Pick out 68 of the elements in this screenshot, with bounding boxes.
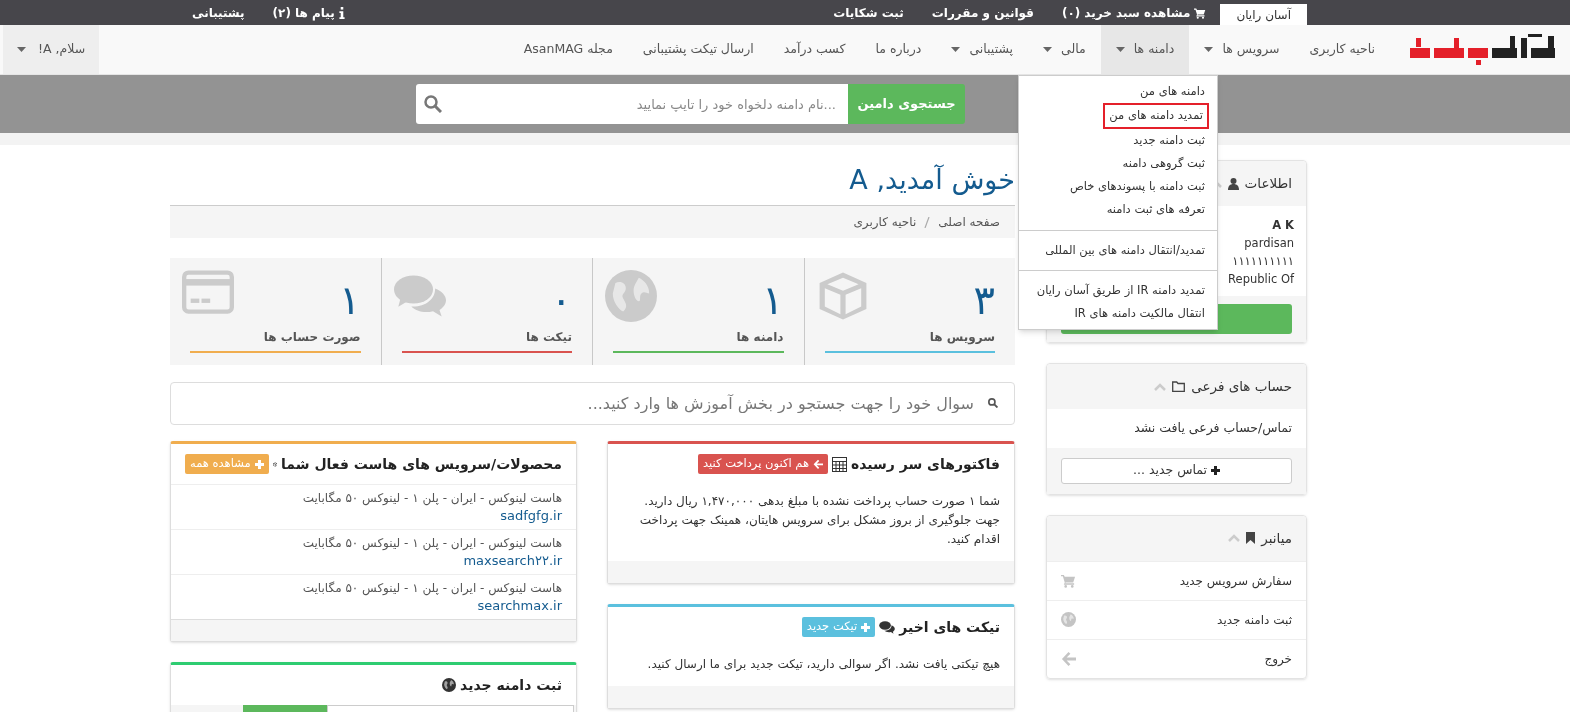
dropdown-item[interactable]: انتقال مالکیت دامنه های IR xyxy=(1019,302,1217,326)
dropdown-item[interactable]: تعرفه های ثبت دامنه xyxy=(1019,198,1217,222)
dropdown-item[interactable]: ثبت گروهی دامنه xyxy=(1019,151,1217,175)
product-domain: maxsearch۲۲.ir xyxy=(462,552,562,570)
panel-title: فاکتورهای سر رسیده xyxy=(850,454,1000,475)
stat-tile[interactable]: ۱ صورت حساب ها xyxy=(170,258,382,365)
knowledgebase-search-field[interactable]: سوال خود را جهت جستجو در بخش آموزش ها وارد کنید... xyxy=(170,382,1015,425)
nav-item[interactable]: دامنه ها xyxy=(1100,25,1190,74)
product-domain: searchmax.ir xyxy=(476,597,562,615)
stat-label: تیکت ها xyxy=(525,329,572,346)
top-tab[interactable]: آسان رایان xyxy=(1220,4,1307,25)
panel-message: شما ۱ صورت حساب پرداخت نشده با مبلغ بدهی ۱,۴۷۰,۰۰۰ ریال دارید. جهت جلوگیری از بروز مشکل برای سرویس هایتان، همینک جهت پرداخت اقدام کنید. xyxy=(638,493,1001,548)
stat-label: سرویس ها xyxy=(929,329,995,346)
domain-search-field[interactable]: ...نام دامنه دلخواه خود را تایپ نمایید xyxy=(416,84,848,124)
dropdown-item[interactable]: تمدید دامنه های من xyxy=(1103,103,1209,129)
top-link[interactable]: قوانین و مقررات xyxy=(917,0,1048,25)
dropdown-item[interactable]: دامنه های من xyxy=(1019,80,1217,104)
page-title: خوش آمدید, A xyxy=(848,163,1015,197)
dropdown-item[interactable]: تمدید دامنه IR از طریق آسان رایان xyxy=(1019,278,1217,302)
stat-tile[interactable]: ۱ دامنه ها xyxy=(593,258,805,365)
nav-item[interactable]: کسب درآمد xyxy=(768,25,861,74)
client-info-line: ۱۱۱۱۱۱۱۱۱۱ xyxy=(1232,253,1294,270)
stat-number: ۱ xyxy=(339,280,361,320)
panel-title: میانبر xyxy=(1261,529,1292,549)
nav-item[interactable]: مالی xyxy=(1028,25,1101,74)
stat-label: صورت حساب ها xyxy=(263,329,361,346)
panel-title: ثبت دامنه جدید xyxy=(460,675,562,695)
nav-item[interactable]: مجله AsanMAG xyxy=(508,25,628,74)
breadcrumb-link[interactable]: ناحیه کاربری xyxy=(853,213,917,231)
nav-item[interactable]: ارسال تیکت پشتیبانی xyxy=(627,25,769,74)
dropdown-item[interactable]: ثبت دامنه جدید xyxy=(1019,128,1217,152)
client-info-line: A K xyxy=(1272,217,1294,234)
panel-action-button[interactable]: هم اکنون پرداخت کنید xyxy=(698,454,828,474)
stat-number: ۰ xyxy=(550,280,572,320)
panel-title: تیکت های اخیر xyxy=(899,617,1000,638)
stat-number: ۳ xyxy=(973,280,995,320)
shortcut-link[interactable]: سفارش سرویس جدید xyxy=(1047,560,1306,600)
client-info-line: Republic Of xyxy=(1228,271,1294,288)
client-info-line: pardisan xyxy=(1244,235,1294,252)
panel-title: حساب های فرعی xyxy=(1191,377,1292,397)
breadcrumb-link[interactable]: صفحه اصلی xyxy=(938,213,1000,231)
product-name: هاست لینوکس - ایران - پلن ۱ - لینوکس ۵۰ مگابایت xyxy=(301,490,562,507)
product-row[interactable]: هاست لینوکس - ایران - پلن ۱ - لینوکس ۵۰ مگابایت maxsearch۲۲.ir xyxy=(171,529,576,574)
nav-item[interactable]: ناحیه کاربری xyxy=(1294,25,1390,74)
shortcut-link[interactable]: خروج xyxy=(1047,638,1306,678)
stat-number: ۱ xyxy=(762,280,784,320)
dropdown-item[interactable]: تمدید/انتقال دامنه های بین المللی xyxy=(1019,238,1217,262)
panel-title: اطلاعات xyxy=(1244,174,1292,194)
nav-item[interactable]: پشتیبانی xyxy=(936,25,1029,74)
product-domain: sadfgfg.ir xyxy=(499,507,562,525)
nav-item[interactable]: درباره ما xyxy=(860,25,937,74)
new-contact-button[interactable]: تماس جدید ... xyxy=(1061,457,1292,484)
account-menu[interactable]: سلام, A! xyxy=(3,25,100,74)
stat-tile[interactable]: ۰ تیکت ها xyxy=(381,258,593,365)
top-link[interactable]: مشاهده سبد خرید (۰) xyxy=(1047,0,1221,25)
top-link[interactable]: پشتیبانی xyxy=(178,0,259,25)
panel-title: محصولات/سرویس های هاست فعال شما xyxy=(281,454,562,475)
panel-message: هیچ تیکتی یافت نشد. اگر سوالی دارید، تیکت جدید برای ما ارسال کنید. xyxy=(646,656,1001,674)
empty-message: تماس/حساب فرعی یافت نشد xyxy=(1134,420,1292,435)
nav-item[interactable]: سرویس ها xyxy=(1189,25,1295,74)
product-name: هاست لینوکس - ایران - پلن ۱ - لینوکس ۵۰ مگابایت xyxy=(301,580,562,597)
top-link[interactable]: پیام ها (۲) xyxy=(258,0,359,25)
shortcut-link[interactable]: ثبت دامنه جدید xyxy=(1047,599,1306,639)
stat-tile[interactable]: ۳ سرویس ها xyxy=(804,258,1015,365)
top-link[interactable]: ثبت شکایات xyxy=(819,0,918,25)
dropdown-item[interactable]: ثبت دامنه با پسوندهای خاص xyxy=(1019,175,1217,199)
stat-label: دامنه ها xyxy=(736,329,784,346)
product-name: هاست لینوکس - ایران - پلن ۱ - لینوکس ۵۰ مگابایت xyxy=(301,535,562,552)
